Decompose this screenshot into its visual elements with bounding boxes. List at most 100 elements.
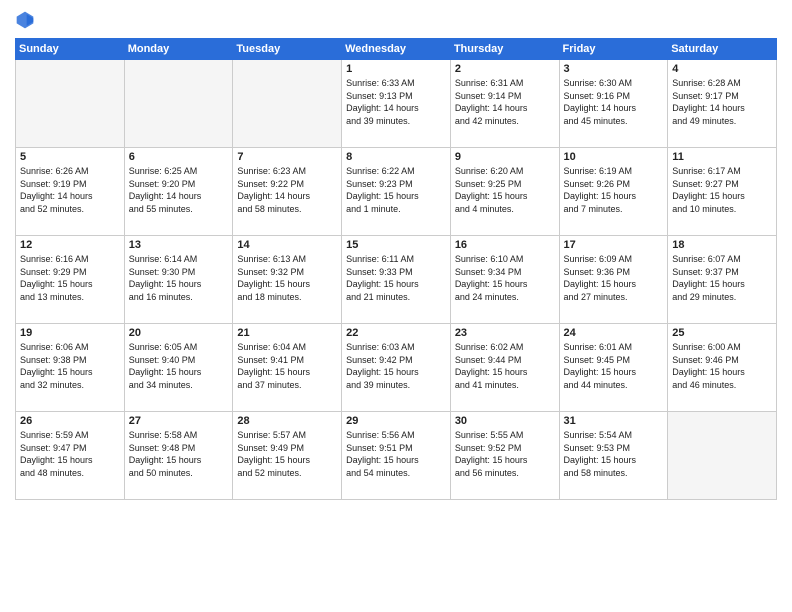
- calendar-week-1: 1 Sunrise: 6:33 AM Sunset: 9:13 PM Daylig…: [16, 60, 777, 148]
- calendar-cell: 15 Sunrise: 6:11 AM Sunset: 9:33 PM Dayli…: [342, 236, 451, 324]
- day-number: 14: [237, 239, 337, 251]
- day-number: 24: [564, 327, 664, 339]
- calendar-cell: 30Sunrise: 5:55 AM Sunset: 9:52 PM Dayli…: [450, 412, 559, 500]
- day-number: 3: [564, 63, 664, 75]
- calendar-header-row: SundayMondayTuesdayWednesdayThursdayFrid…: [16, 39, 777, 60]
- calendar-cell: 19 Sunrise: 6:06 AM Sunset: 9:38 PM Dayli…: [16, 324, 125, 412]
- calendar-cell: 7Sunrise: 6:23 AM Sunset: 9:22 PM Daylig…: [233, 148, 342, 236]
- day-info: Sunrise: 6:22 AM Sunset: 9:23 PM Dayligh…: [346, 165, 446, 215]
- calendar-cell: 17 Sunrise: 6:09 AM Sunset: 9:36 PM Dayli…: [559, 236, 668, 324]
- day-number: 5: [20, 151, 120, 163]
- day-number: 31: [564, 415, 664, 427]
- day-number: 11: [672, 151, 772, 163]
- calendar-cell: 13 Sunrise: 6:14 AM Sunset: 9:30 PM Dayli…: [124, 236, 233, 324]
- calendar-cell: 16 Sunrise: 6:10 AM Sunset: 9:34 PM Dayli…: [450, 236, 559, 324]
- calendar-cell: 21 Sunrise: 6:04 AM Sunset: 9:41 PM Dayli…: [233, 324, 342, 412]
- calendar-cell: 10 Sunrise: 6:19 AM Sunset: 9:26 PM Dayli…: [559, 148, 668, 236]
- day-number: 22: [346, 327, 446, 339]
- day-number: 20: [129, 327, 229, 339]
- calendar-cell: [16, 60, 125, 148]
- day-number: 6: [129, 151, 229, 163]
- day-info: Sunrise: 6:01 AM Sunset: 9:45 PM Dayligh…: [564, 341, 664, 391]
- calendar-week-4: 19 Sunrise: 6:06 AM Sunset: 9:38 PM Dayli…: [16, 324, 777, 412]
- day-info: Sunrise: 6:16 AM Sunset: 9:29 PM Dayligh…: [20, 253, 120, 303]
- day-info: Sunrise: 5:56 AM Sunset: 9:51 PM Dayligh…: [346, 429, 446, 479]
- day-info: Sunrise: 6:19 AM Sunset: 9:26 PM Dayligh…: [564, 165, 664, 215]
- day-number: 7: [237, 151, 337, 163]
- col-header-saturday: Saturday: [668, 39, 777, 60]
- calendar-cell: 11 Sunrise: 6:17 AM Sunset: 9:27 PM Dayli…: [668, 148, 777, 236]
- calendar-cell: 26Sunrise: 5:59 AM Sunset: 9:47 PM Dayli…: [16, 412, 125, 500]
- calendar-cell: 25Sunrise: 6:00 AM Sunset: 9:46 PM Dayli…: [668, 324, 777, 412]
- day-info: Sunrise: 6:05 AM Sunset: 9:40 PM Dayligh…: [129, 341, 229, 391]
- day-number: 28: [237, 415, 337, 427]
- day-info: Sunrise: 6:03 AM Sunset: 9:42 PM Dayligh…: [346, 341, 446, 391]
- calendar-week-5: 26Sunrise: 5:59 AM Sunset: 9:47 PM Dayli…: [16, 412, 777, 500]
- calendar-cell: 24 Sunrise: 6:01 AM Sunset: 9:45 PM Dayli…: [559, 324, 668, 412]
- calendar-cell: 18 Sunrise: 6:07 AM Sunset: 9:37 PM Dayli…: [668, 236, 777, 324]
- col-header-friday: Friday: [559, 39, 668, 60]
- calendar-cell: 31 Sunrise: 5:54 AM Sunset: 9:53 PM Dayli…: [559, 412, 668, 500]
- logo-icon: [15, 10, 35, 30]
- calendar-cell: 4 Sunrise: 6:28 AM Sunset: 9:17 PM Daylig…: [668, 60, 777, 148]
- day-number: 27: [129, 415, 229, 427]
- day-number: 15: [346, 239, 446, 251]
- calendar-cell: 22 Sunrise: 6:03 AM Sunset: 9:42 PM Dayli…: [342, 324, 451, 412]
- day-number: 17: [564, 239, 664, 251]
- day-info: Sunrise: 6:02 AM Sunset: 9:44 PM Dayligh…: [455, 341, 555, 391]
- day-info: Sunrise: 6:20 AM Sunset: 9:25 PM Dayligh…: [455, 165, 555, 215]
- col-header-monday: Monday: [124, 39, 233, 60]
- calendar-cell: 8 Sunrise: 6:22 AM Sunset: 9:23 PM Daylig…: [342, 148, 451, 236]
- calendar-cell: 14 Sunrise: 6:13 AM Sunset: 9:32 PM Dayli…: [233, 236, 342, 324]
- day-info: Sunrise: 6:00 AM Sunset: 9:46 PM Dayligh…: [672, 341, 772, 391]
- day-info: Sunrise: 5:54 AM Sunset: 9:53 PM Dayligh…: [564, 429, 664, 479]
- day-number: 10: [564, 151, 664, 163]
- calendar-cell: 3Sunrise: 6:30 AM Sunset: 9:16 PM Daylig…: [559, 60, 668, 148]
- calendar-cell: 20 Sunrise: 6:05 AM Sunset: 9:40 PM Dayli…: [124, 324, 233, 412]
- day-info: Sunrise: 6:06 AM Sunset: 9:38 PM Dayligh…: [20, 341, 120, 391]
- day-number: 4: [672, 63, 772, 75]
- day-info: Sunrise: 6:07 AM Sunset: 9:37 PM Dayligh…: [672, 253, 772, 303]
- calendar-cell: 6Sunrise: 6:25 AM Sunset: 9:20 PM Daylig…: [124, 148, 233, 236]
- day-info: Sunrise: 6:09 AM Sunset: 9:36 PM Dayligh…: [564, 253, 664, 303]
- day-number: 30: [455, 415, 555, 427]
- calendar-cell: [124, 60, 233, 148]
- day-number: 19: [20, 327, 120, 339]
- day-number: 9: [455, 151, 555, 163]
- day-number: 29: [346, 415, 446, 427]
- day-info: Sunrise: 6:14 AM Sunset: 9:30 PM Dayligh…: [129, 253, 229, 303]
- day-info: Sunrise: 5:59 AM Sunset: 9:47 PM Dayligh…: [20, 429, 120, 479]
- calendar-cell: 29 Sunrise: 5:56 AM Sunset: 9:51 PM Dayli…: [342, 412, 451, 500]
- day-info: Sunrise: 6:11 AM Sunset: 9:33 PM Dayligh…: [346, 253, 446, 303]
- day-number: 18: [672, 239, 772, 251]
- day-info: Sunrise: 5:57 AM Sunset: 9:49 PM Dayligh…: [237, 429, 337, 479]
- calendar-cell: 27Sunrise: 5:58 AM Sunset: 9:48 PM Dayli…: [124, 412, 233, 500]
- calendar-week-2: 5Sunrise: 6:26 AM Sunset: 9:19 PM Daylig…: [16, 148, 777, 236]
- day-info: Sunrise: 6:04 AM Sunset: 9:41 PM Dayligh…: [237, 341, 337, 391]
- day-number: 23: [455, 327, 555, 339]
- calendar-cell: 23 Sunrise: 6:02 AM Sunset: 9:44 PM Dayli…: [450, 324, 559, 412]
- day-info: Sunrise: 6:28 AM Sunset: 9:17 PM Dayligh…: [672, 77, 772, 127]
- day-info: Sunrise: 6:33 AM Sunset: 9:13 PM Dayligh…: [346, 77, 446, 127]
- page-header: [15, 10, 777, 30]
- col-header-thursday: Thursday: [450, 39, 559, 60]
- calendar-cell: 28 Sunrise: 5:57 AM Sunset: 9:49 PM Dayli…: [233, 412, 342, 500]
- day-info: Sunrise: 6:13 AM Sunset: 9:32 PM Dayligh…: [237, 253, 337, 303]
- day-number: 8: [346, 151, 446, 163]
- day-info: Sunrise: 6:31 AM Sunset: 9:14 PM Dayligh…: [455, 77, 555, 127]
- day-info: Sunrise: 6:17 AM Sunset: 9:27 PM Dayligh…: [672, 165, 772, 215]
- col-header-wednesday: Wednesday: [342, 39, 451, 60]
- calendar-cell: 5Sunrise: 6:26 AM Sunset: 9:19 PM Daylig…: [16, 148, 125, 236]
- calendar-week-3: 12 Sunrise: 6:16 AM Sunset: 9:29 PM Dayli…: [16, 236, 777, 324]
- day-info: Sunrise: 6:10 AM Sunset: 9:34 PM Dayligh…: [455, 253, 555, 303]
- col-header-sunday: Sunday: [16, 39, 125, 60]
- day-number: 12: [20, 239, 120, 251]
- day-number: 16: [455, 239, 555, 251]
- calendar-cell: 2Sunrise: 6:31 AM Sunset: 9:14 PM Daylig…: [450, 60, 559, 148]
- calendar-cell: 12 Sunrise: 6:16 AM Sunset: 9:29 PM Dayli…: [16, 236, 125, 324]
- day-number: 21: [237, 327, 337, 339]
- day-number: 13: [129, 239, 229, 251]
- calendar-cell: [668, 412, 777, 500]
- day-number: 1: [346, 63, 446, 75]
- calendar-cell: [233, 60, 342, 148]
